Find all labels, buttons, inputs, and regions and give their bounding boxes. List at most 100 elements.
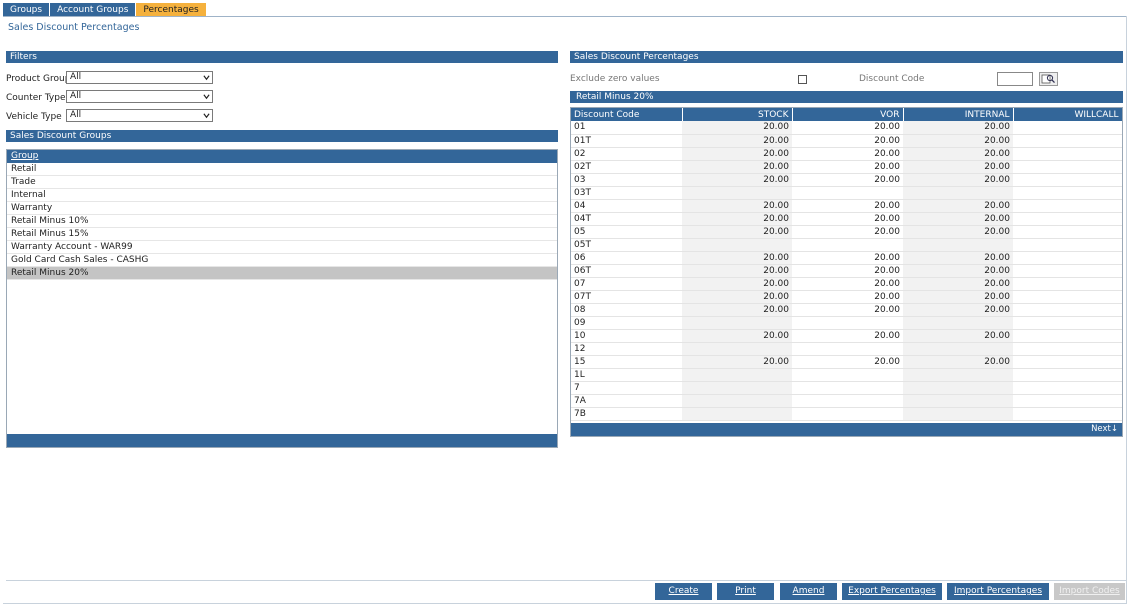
counter-type-select[interactable]: All — [66, 90, 213, 103]
discount-code-cell: 01 — [571, 121, 682, 135]
vor-cell: 20.00 — [792, 199, 903, 213]
print-button[interactable]: Print — [717, 583, 774, 600]
table-row[interactable]: 04 20.00 20.00 20.00 — [571, 199, 1122, 213]
group-row[interactable]: Retail Minus 15% — [7, 228, 557, 241]
table-header-row: Discount Code STOCK VOR INTERNAL WILLCAL… — [571, 108, 1122, 121]
table-row[interactable]: 06 20.00 20.00 20.00 — [571, 251, 1122, 265]
vehicle-type-select[interactable]: All — [66, 109, 213, 122]
import-percentages-button[interactable]: Import Percentages — [947, 583, 1049, 600]
stock-cell — [682, 381, 792, 395]
discount-code-cell: 06 — [571, 251, 682, 265]
willcall-cell — [1013, 303, 1122, 317]
exclude-zero-label: Exclude zero values — [570, 74, 660, 84]
stock-cell: 20.00 — [682, 147, 792, 161]
table-row[interactable]: 7 — [571, 381, 1122, 395]
group-row[interactable]: Internal — [7, 189, 557, 202]
action-bar-divider — [6, 580, 1126, 581]
table-row[interactable]: 10 20.00 20.00 20.00 — [571, 329, 1122, 343]
table-row[interactable]: 02 20.00 20.00 20.00 — [571, 147, 1122, 161]
vor-cell: 20.00 — [792, 290, 903, 304]
table-row[interactable]: 04T 20.00 20.00 20.00 — [571, 212, 1122, 226]
stock-cell: 20.00 — [682, 173, 792, 187]
group-row[interactable]: Trade — [7, 176, 557, 189]
column-header-stock[interactable]: STOCK — [682, 108, 793, 121]
table-pager: Next↓ — [571, 423, 1122, 436]
vor-cell: 20.00 — [792, 147, 903, 161]
search-icon — [1041, 74, 1055, 84]
stock-cell: 20.00 — [682, 290, 792, 304]
create-button[interactable]: Create — [655, 583, 712, 600]
internal-cell: 20.00 — [903, 225, 1013, 239]
table-row[interactable]: 15 20.00 20.00 20.00 — [571, 355, 1122, 369]
groups-header: Sales Discount Groups — [6, 130, 558, 142]
stock-cell: 20.00 — [682, 329, 792, 343]
internal-cell: 20.00 — [903, 147, 1013, 161]
next-link[interactable]: Next↓ — [1091, 424, 1118, 434]
discount-code-input[interactable] — [997, 72, 1033, 86]
table-row[interactable]: 1L — [571, 368, 1122, 382]
vor-cell: 20.00 — [792, 329, 903, 343]
column-header-internal[interactable]: INTERNAL — [903, 108, 1014, 121]
page-title: Sales Discount Percentages — [8, 22, 140, 33]
lookup-button[interactable] — [1039, 72, 1058, 86]
discount-code-cell: 07 — [571, 277, 682, 291]
stock-cell: 20.00 — [682, 160, 792, 174]
discount-code-cell: 04T — [571, 212, 682, 226]
table-row[interactable]: 03 20.00 20.00 20.00 — [571, 173, 1122, 187]
willcall-cell — [1013, 160, 1122, 174]
amend-button[interactable]: Amend — [780, 583, 837, 600]
table-row[interactable]: 05 20.00 20.00 20.00 — [571, 225, 1122, 239]
vor-cell — [792, 394, 903, 408]
stock-cell: 20.00 — [682, 264, 792, 278]
group-row[interactable]: Retail Minus 10% — [7, 215, 557, 228]
table-row[interactable]: 07T 20.00 20.00 20.00 — [571, 290, 1122, 304]
table-row[interactable]: 01T 20.00 20.00 20.00 — [571, 134, 1122, 148]
tab-groups[interactable]: Groups — [3, 3, 51, 17]
discount-code-cell: 7A — [571, 394, 682, 408]
vor-cell: 20.00 — [792, 212, 903, 226]
table-row[interactable]: 09 — [571, 316, 1122, 330]
group-row[interactable]: Retail — [7, 163, 557, 176]
internal-cell — [903, 316, 1013, 330]
vor-cell — [792, 186, 903, 200]
table-row[interactable]: 05T — [571, 238, 1122, 252]
import-codes-button: Import Codes — [1054, 583, 1125, 600]
table-row[interactable]: 03T — [571, 186, 1122, 200]
group-row[interactable]: Gold Card Cash Sales - CASHG — [7, 254, 557, 267]
internal-cell — [903, 381, 1013, 395]
column-header-vor[interactable]: VOR — [792, 108, 904, 121]
discount-code-cell: 12 — [571, 342, 682, 356]
table-row[interactable]: 12 — [571, 342, 1122, 356]
discount-code-cell: 05T — [571, 238, 682, 252]
willcall-cell — [1013, 134, 1122, 148]
arrow-down-icon: ↓ — [1110, 424, 1118, 434]
group-row[interactable]: Warranty Account - WAR99 — [7, 241, 557, 254]
export-percentages-button[interactable]: Export Percentages — [842, 583, 942, 600]
internal-cell: 20.00 — [903, 173, 1013, 187]
willcall-cell — [1013, 355, 1122, 369]
table-row[interactable]: 02T 20.00 20.00 20.00 — [571, 160, 1122, 174]
table-row[interactable]: 7B — [571, 407, 1122, 421]
table-row[interactable]: 06T 20.00 20.00 20.00 — [571, 264, 1122, 278]
stock-cell: 20.00 — [682, 212, 792, 226]
vor-cell — [792, 407, 903, 421]
group-row[interactable]: Retail Minus 20% — [7, 267, 557, 280]
counter-type-label: Counter Type — [6, 93, 66, 103]
group-row[interactable]: Warranty — [7, 202, 557, 215]
column-header-discount-code[interactable]: Discount Code — [571, 108, 683, 121]
column-header-willcall[interactable]: WILLCALL — [1013, 108, 1122, 121]
discount-code-cell: 09 — [571, 316, 682, 330]
internal-cell — [903, 342, 1013, 356]
table-row[interactable]: 07 20.00 20.00 20.00 — [571, 277, 1122, 291]
internal-cell: 20.00 — [903, 329, 1013, 343]
table-row[interactable]: 7A — [571, 394, 1122, 408]
product-group-select[interactable]: All — [66, 71, 213, 84]
tab-account-groups[interactable]: Account Groups — [50, 3, 137, 17]
willcall-cell — [1013, 290, 1122, 304]
exclude-zero-checkbox[interactable] — [798, 75, 807, 84]
table-row[interactable]: 08 20.00 20.00 20.00 — [571, 303, 1122, 317]
tab-percentages[interactable]: Percentages — [136, 3, 207, 17]
group-column-header[interactable]: Group — [7, 150, 557, 163]
table-row[interactable]: 01 20.00 20.00 20.00 — [571, 121, 1122, 135]
percentages-header: Sales Discount Percentages — [570, 51, 1123, 63]
